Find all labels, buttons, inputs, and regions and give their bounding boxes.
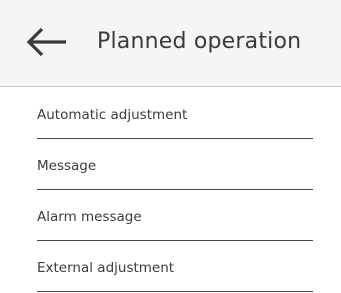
header-bar: Planned operation [0, 0, 341, 87]
menu-item-label: Alarm message [37, 209, 142, 225]
menu-item-message[interactable]: Message [37, 139, 313, 190]
page-title: Planned operation [97, 29, 302, 54]
options-list: Automatic adjustment Message Alarm messa… [37, 88, 313, 292]
arrow-left-icon [26, 27, 66, 57]
menu-item-label: Message [37, 158, 97, 174]
menu-item-label: Automatic adjustment [37, 107, 188, 123]
menu-item-alarm-message[interactable]: Alarm message [37, 190, 313, 241]
menu-item-automatic-adjustment[interactable]: Automatic adjustment [37, 88, 313, 139]
back-button[interactable] [24, 24, 68, 60]
menu-item-external-adjustment[interactable]: External adjustment [37, 241, 313, 292]
menu-item-label: External adjustment [37, 260, 175, 276]
